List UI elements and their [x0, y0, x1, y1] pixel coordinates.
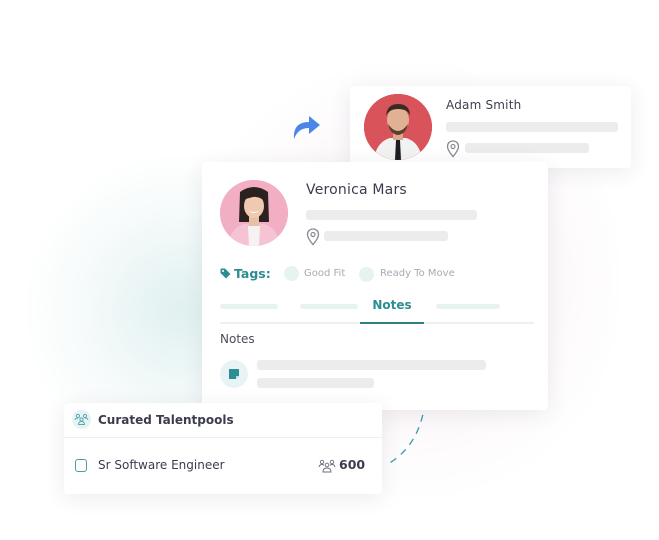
tag-icon	[220, 268, 231, 279]
note-avatar	[220, 360, 248, 388]
notes-heading: Notes	[220, 332, 255, 346]
sticky-note-icon	[229, 369, 239, 379]
tag-indicator	[359, 267, 374, 282]
tag-good-fit[interactable]: Good Fit	[304, 268, 345, 279]
skeleton-line	[306, 210, 477, 220]
profile-tabs: Notes	[220, 296, 534, 324]
candidate-card-veronica[interactable]: Veronica Mars Tags: Good Fit Ready To Mo…	[202, 162, 548, 410]
curated-talentpools-card: Curated Talentpools Sr Software Engineer…	[64, 403, 382, 494]
talentpools-header: Curated Talentpools	[64, 403, 382, 438]
tags-label: Tags:	[234, 266, 271, 281]
person-photo-icon	[220, 180, 288, 246]
skeleton-line	[257, 360, 486, 370]
avatar	[220, 180, 288, 246]
candidate-name: Veronica Mars	[306, 182, 407, 198]
tags-row: Tags: Good Fit Ready To Move	[220, 266, 540, 282]
tag-indicator	[284, 266, 299, 281]
tab-notes[interactable]: Notes	[360, 296, 424, 324]
skeleton-line	[446, 122, 618, 132]
tag-ready-to-move[interactable]: Ready To Move	[380, 268, 455, 279]
talentpool-name[interactable]: Sr Software Engineer	[98, 458, 225, 472]
avatar	[364, 94, 432, 160]
tab-placeholder[interactable]	[436, 304, 500, 309]
location-pin-icon	[306, 228, 320, 246]
talentpools-title: Curated Talentpools	[98, 413, 234, 427]
active-tab-indicator	[360, 322, 424, 324]
group-users-icon	[318, 459, 336, 473]
group-users-icon	[74, 413, 89, 425]
candidate-name: Adam Smith	[446, 98, 522, 112]
skeleton-line	[465, 143, 589, 153]
candidate-card-adam[interactable]: Adam Smith	[350, 86, 631, 168]
dashed-connector-arc	[387, 401, 426, 465]
talentpool-count: 600	[339, 457, 366, 472]
talentpool-checkbox[interactable]	[75, 459, 87, 472]
person-photo-icon	[364, 94, 432, 160]
share-arrow-icon	[293, 116, 320, 139]
tab-placeholder[interactable]	[300, 304, 358, 309]
skeleton-line	[324, 231, 448, 241]
location-pin-icon	[446, 140, 460, 158]
talentpool-icon-badge	[72, 410, 91, 429]
tab-placeholder[interactable]	[220, 304, 278, 309]
skeleton-line	[257, 378, 374, 388]
